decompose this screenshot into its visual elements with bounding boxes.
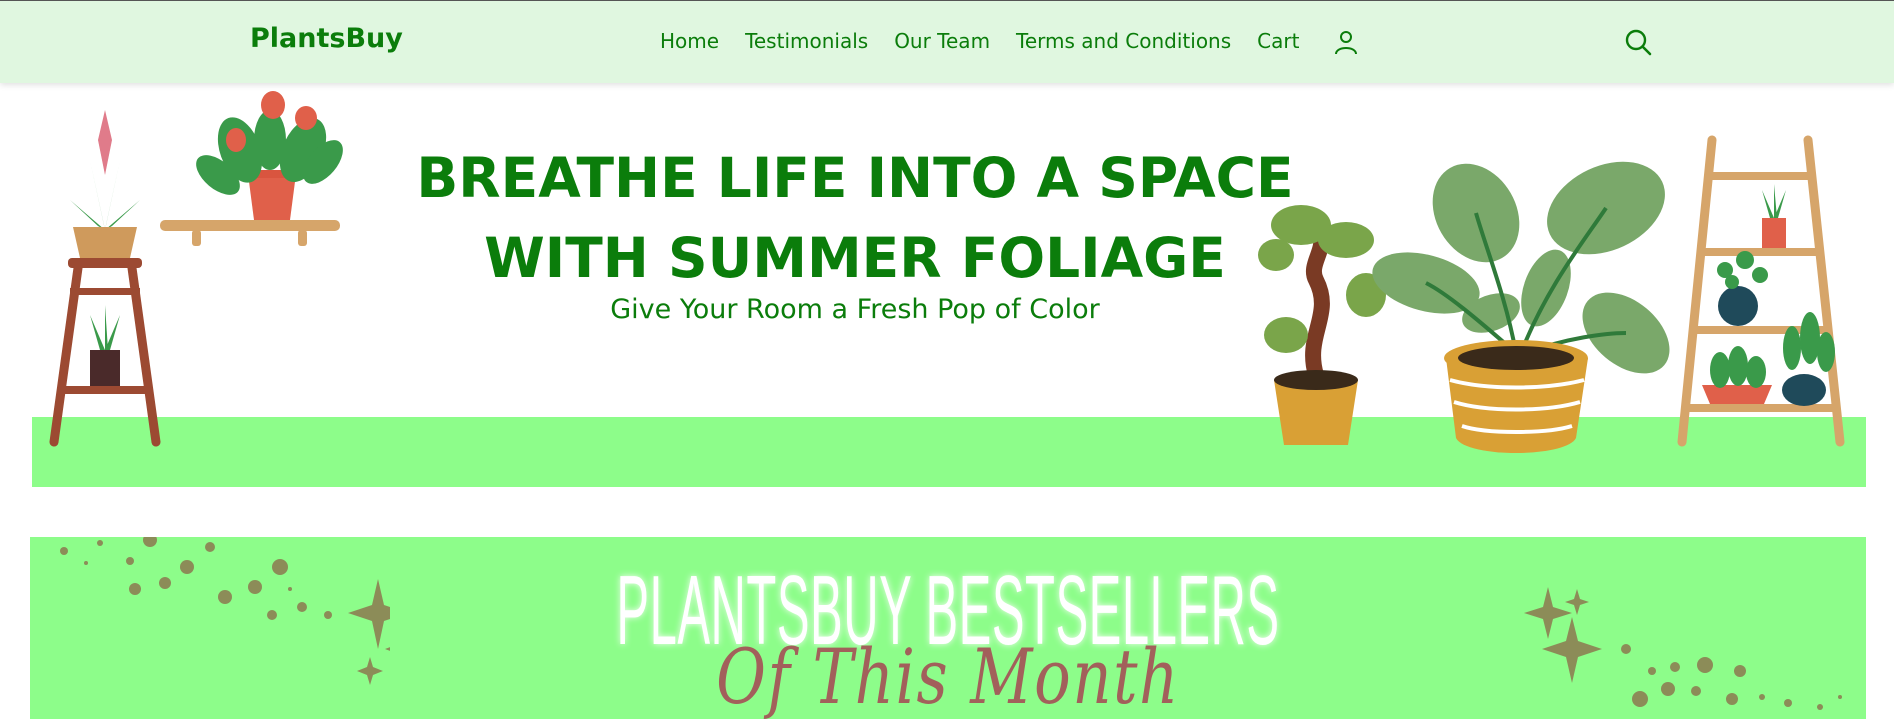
nav-testimonials-link[interactable]: Testimonials — [745, 29, 868, 53]
ladder-shelf-plants-illustration — [1677, 135, 1845, 447]
user-icon[interactable] — [1334, 29, 1358, 55]
sparkle-dots-right — [1524, 587, 1842, 710]
search-icon[interactable] — [1624, 28, 1652, 56]
nav-terms-link[interactable]: Terms and Conditions — [1016, 29, 1231, 53]
wall-shelf-plant-illustration — [160, 91, 343, 246]
bestsellers-banner: PLANTSBUY BESTSELLERS Of This Month — [30, 537, 1866, 719]
hero-title-line2: WITH SUMMER FOLIAGE — [484, 226, 1226, 290]
left-plant-stool-illustration — [49, 110, 161, 447]
brand-logo[interactable]: PlantsBuy — [250, 23, 403, 54]
nav-cart-link[interactable]: Cart — [1257, 29, 1299, 53]
hero-title-line1: BREATHE LIFE INTO A SPACE — [416, 146, 1294, 210]
nav-our-team-link[interactable]: Our Team — [894, 29, 990, 53]
navbar: PlantsBuy Home Testimonials Our Team Ter… — [0, 0, 1894, 83]
nav-home-link[interactable]: Home — [660, 29, 719, 53]
nav-links: Home Testimonials Our Team Terms and Con… — [660, 29, 1325, 53]
bestsellers-script-subtitle: Of This Month — [716, 632, 1180, 719]
large-leafy-plant-illustration — [1372, 161, 1670, 453]
hero-subtitle: Give Your Room a Fresh Pop of Color — [610, 294, 1100, 325]
